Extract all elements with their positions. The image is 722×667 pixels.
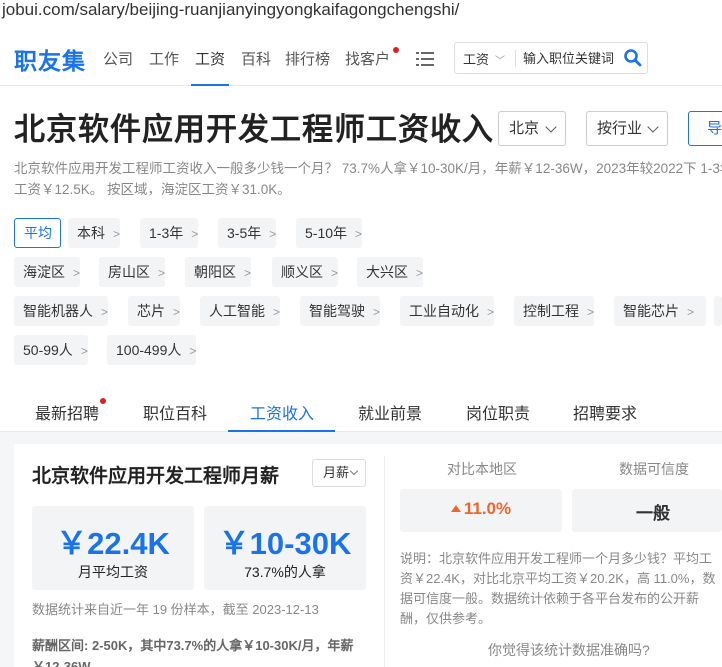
chevron-right-icon: > — [189, 344, 197, 358]
chevron-right-icon: > — [355, 227, 363, 241]
chevron-right-icon: > — [73, 266, 81, 280]
salary-range-label: 73.7%的人拿 — [244, 564, 326, 580]
tag-3-5-years[interactable]: 3-5年 > — [218, 218, 277, 248]
chevron-right-icon: > — [273, 305, 281, 319]
chevron-right-icon: > — [80, 344, 88, 358]
list-menu-icon[interactable] — [416, 52, 434, 66]
tag-industrial-automation[interactable]: 工业自动化 > — [400, 296, 495, 326]
salary-range-text: 薪酬区间: 2-50K，其中73.7%的人拿￥10-30K/月，年薪￥12-36… — [32, 638, 354, 667]
tag-robotics[interactable]: 智能机器人 > — [14, 296, 109, 326]
tab-latest-jobs[interactable]: 最新招聘 — [35, 400, 99, 424]
chevron-right-icon: > — [373, 305, 381, 319]
search-icon[interactable] — [623, 48, 643, 68]
tag-chaoyang[interactable]: 朝阳区 > — [185, 257, 252, 287]
url-bar[interactable]: jobui.com/salary/beijing-ruanjianyingyon… — [0, 0, 722, 22]
search-category-select[interactable]: 工资 ﹀ — [463, 49, 505, 68]
tab-salary[interactable]: 工资收入 — [250, 400, 314, 424]
notification-dot — [393, 47, 399, 53]
period-select[interactable]: 月薪 — [312, 459, 366, 487]
chevron-right-icon: > — [331, 266, 339, 280]
content-tabs: 最新招聘 职位百科 工资收入 就业前景 岗位职责 招聘要求 — [0, 390, 722, 432]
nav-item-salary[interactable]: 工资 — [190, 48, 230, 86]
tag-1-3-years[interactable]: 1-3年 > — [140, 218, 199, 248]
chevron-down-icon — [545, 121, 557, 133]
industry-select[interactable]: 按行业 — [586, 111, 668, 146]
tag-smart-chips[interactable]: 智能芯片 > — [614, 296, 706, 326]
salary-range-value: ￥10-30K — [218, 526, 352, 561]
nav-item-company[interactable]: 公司 — [103, 48, 133, 69]
salary-explanation: 说明：北京软件应用开发工程师一个月多少钱？平均工资￥22.4K，对比北京平均工资… — [400, 551, 716, 626]
average-salary-box: ￥22.4K 月平均工资 — [32, 506, 194, 590]
site-logo[interactable]: 职友集 — [14, 42, 86, 76]
tag-chips[interactable]: 芯片 > — [128, 296, 181, 326]
card-divider — [384, 456, 385, 667]
tag-daxing[interactable]: 大兴区 > — [357, 257, 424, 287]
compare-local-box: 11.0% — [400, 489, 562, 532]
top-navigation: 职友集 公司 工作 工资 百科 排行榜 找客户 工资 ﹀ — [0, 30, 722, 86]
compare-local-label: 对比本地区 — [447, 461, 517, 477]
chevron-right-icon: > — [101, 305, 109, 319]
feedback-question: 你觉得该统计数据准确吗? — [488, 642, 650, 658]
tab-requirements[interactable]: 招聘要求 — [573, 400, 637, 424]
arrow-up-icon — [450, 505, 461, 512]
export-button[interactable]: 导 — [688, 111, 722, 146]
chevron-right-icon: > — [158, 266, 166, 280]
nav-item-jobs[interactable]: 工作 — [149, 48, 179, 69]
tag-overflow[interactable] — [714, 296, 722, 326]
chevron-right-icon: > — [416, 266, 424, 280]
tag-100-499-employees[interactable]: 100-499人 > — [107, 335, 197, 365]
tab-responsibilities[interactable]: 岗位职责 — [466, 400, 530, 424]
tag-shunyi[interactable]: 顺义区 > — [272, 257, 339, 287]
salary-summary: 北京软件应用开发工程师工资收入一般多少钱一个月？ 73.7%人拿￥10-30K/… — [14, 161, 722, 197]
city-select[interactable]: 北京 — [498, 111, 566, 146]
page-title: 北京软件应用开发工程师工资收入 — [14, 112, 494, 147]
chevron-right-icon: > — [587, 305, 595, 319]
chevron-right-icon: > — [191, 227, 199, 241]
chevron-right-icon: > — [487, 305, 495, 319]
tab-career-outlook[interactable]: 就业前景 — [358, 400, 422, 424]
nav-item-find-customers[interactable]: 找客户 — [345, 48, 390, 69]
salary-range-box: ￥10-30K 73.7%的人拿 — [204, 506, 366, 590]
average-salary-label: 月平均工资 — [78, 564, 148, 580]
tag-control-engineering[interactable]: 控制工程 > — [514, 296, 595, 326]
tag-bachelor[interactable]: 本科 > — [68, 218, 121, 248]
tag-50-99-employees[interactable]: 50-99人 > — [14, 335, 88, 365]
nav-item-wiki[interactable]: 百科 — [241, 48, 271, 69]
chevron-right-icon: > — [244, 266, 252, 280]
tag-haidian[interactable]: 海淀区 > — [14, 257, 81, 287]
sample-note: 数据统计来自近一年 19 份样本，截至 2023-12-13 — [32, 602, 319, 617]
reliability-box: 一般 — [572, 489, 722, 532]
chevron-down-icon — [349, 466, 359, 476]
chevron-down-icon: ﹀ — [495, 56, 506, 67]
search-box: 工资 ﹀ — [454, 42, 648, 74]
average-salary-value: ￥22.4K — [56, 526, 170, 561]
notification-dot — [100, 398, 106, 404]
search-divider — [515, 50, 516, 67]
tag-average[interactable]: 平均 — [14, 218, 61, 248]
chevron-down-icon — [647, 121, 659, 133]
nav-item-rankings[interactable]: 排行榜 — [285, 48, 330, 69]
chevron-right-icon: > — [173, 305, 181, 319]
tag-autonomous-driving[interactable]: 智能驾驶 > — [300, 296, 381, 326]
search-input[interactable] — [523, 48, 615, 68]
reliability-label: 数据可信度 — [619, 461, 689, 477]
tab-position-wiki[interactable]: 职位百科 — [143, 400, 207, 424]
reliability-value: 一般 — [636, 504, 670, 523]
compare-local-value: 11.0% — [400, 499, 562, 519]
salary-card-title: 北京软件应用开发工程师月薪 — [32, 466, 280, 487]
tag-fangshan[interactable]: 房山区 > — [99, 257, 166, 287]
tag-5-10-years[interactable]: 5-10年 > — [296, 218, 363, 248]
tag-ai[interactable]: 人工智能 > — [200, 296, 281, 326]
chevron-right-icon: > — [113, 227, 121, 241]
chevron-right-icon: > — [687, 305, 695, 319]
chevron-right-icon: > — [269, 227, 277, 241]
